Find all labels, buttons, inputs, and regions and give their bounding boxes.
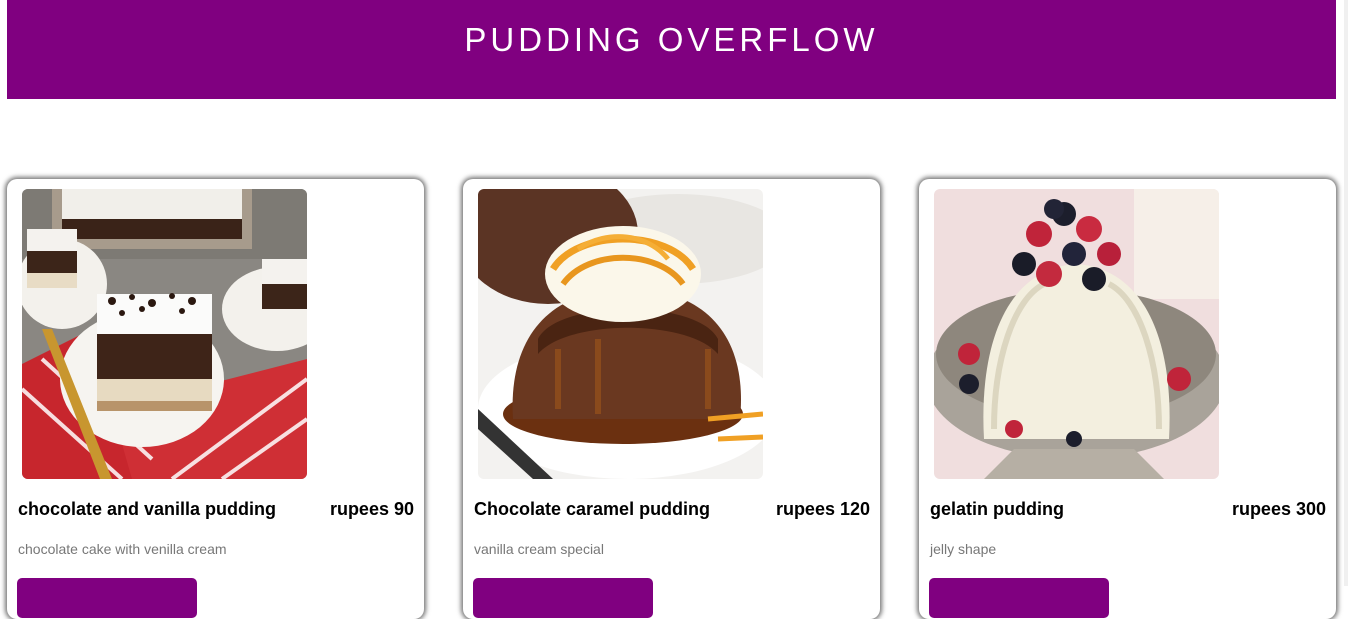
product-image-chocolate-vanilla-pudding [22,189,307,479]
product-name: chocolate and vanilla pudding [18,499,277,519]
product-description: vanilla cream special [474,541,604,557]
product-image-gelatin-pudding [934,189,1219,479]
product-price: rupees 90 [329,499,414,519]
site-title: PUDDING OVERFLOW [464,21,879,58]
product-description: chocolate cake with venilla cream [18,541,227,557]
product-card-gelatin-pudding: gelatin pudding rupees 300 jelly shape [919,179,1336,619]
site-header: PUDDING OVERFLOW [7,0,1336,99]
product-card-chocolate-vanilla-pudding: chocolate and vanilla pudding rupees 90 … [7,179,424,619]
order-button[interactable] [929,578,1109,618]
product-card-chocolate-caramel-pudding: Chocolate caramel pudding rupees 120 van… [463,179,880,619]
pudding-photo [22,189,307,479]
product-name: Chocolate caramel pudding [474,499,711,519]
product-description: jelly shape [930,541,997,557]
product-image-chocolate-caramel-pudding [478,189,763,479]
pudding-photo [478,189,763,479]
product-name: gelatin pudding [930,499,1064,519]
page-scrollbar[interactable] [1344,0,1348,586]
pudding-photo [934,189,1219,479]
product-price: rupees 300 [1231,499,1326,519]
product-price: rupees 120 [775,499,870,519]
order-button[interactable] [473,578,653,618]
order-button[interactable] [17,578,197,618]
